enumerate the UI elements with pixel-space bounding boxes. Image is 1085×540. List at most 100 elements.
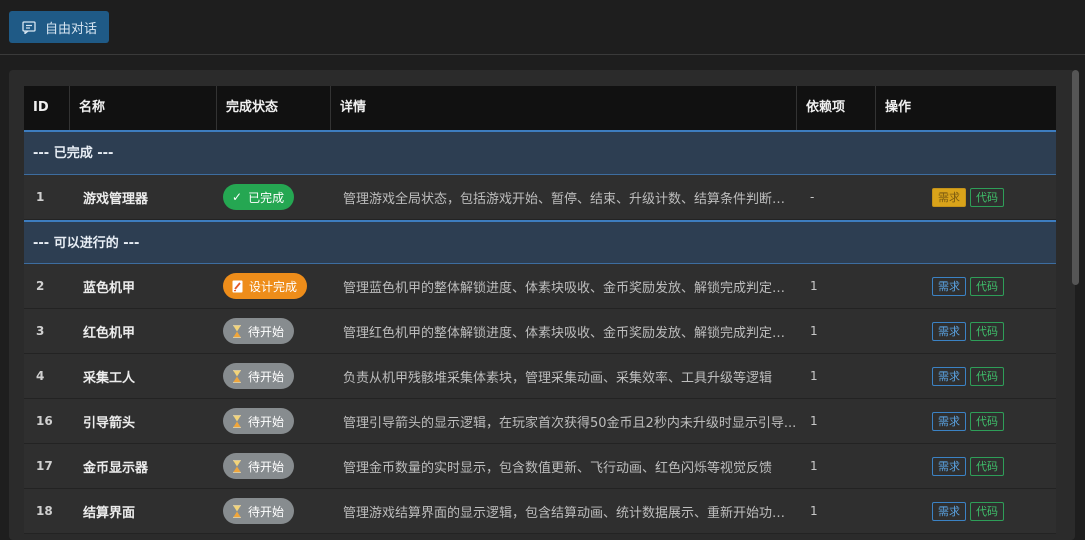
status-badge: 待开始 (223, 318, 295, 344)
cell-name: 红色机甲 (83, 325, 136, 341)
cell-status: 待开始 (217, 363, 331, 389)
status-badge: 待开始 (223, 363, 295, 389)
cell-name: 采集工人 (83, 370, 136, 386)
cell-actions: 需求 代码 (876, 456, 1056, 476)
cell-detail: 管理红色机甲的整体解锁进度、体素块吸收、金币奖励发放、解锁完成判定等... (343, 325, 797, 341)
cell-id: 1 (36, 190, 45, 204)
cell-dependency: 1 (810, 414, 818, 428)
cell-dependency: 1 (810, 504, 818, 518)
cell-name: 游戏管理器 (83, 191, 149, 207)
column-header-dependencies: 依赖项 (797, 86, 876, 130)
column-header-actions: 操作 (885, 100, 912, 115)
table-row[interactable]: 4 采集工人 待开始 负责从机甲残骸堆采集体素块，管理采集动画、采集效率、工具升级等逻… (24, 354, 1056, 399)
cell-actions: 需求 代码 (876, 321, 1056, 341)
cell-id: 17 (36, 459, 53, 473)
cell-id: 16 (36, 414, 53, 428)
status-label: 待开始 (248, 324, 285, 339)
cell-name: 蓝色机甲 (83, 280, 136, 296)
cell-id: 18 (36, 504, 53, 518)
check-icon: ✓ (232, 190, 243, 204)
cell-status: 待开始 (217, 318, 331, 344)
cell-actions: 需求 代码 (876, 411, 1056, 431)
cell-detail: 管理游戏全局状态，包括游戏开始、暂停、结束、升级计数、结算条件判断等... (343, 191, 797, 207)
cell-status: ✓ 已完成 (217, 184, 331, 210)
status-badge: 待开始 (223, 408, 295, 434)
status-label: 设计完成 (249, 279, 298, 294)
table-row[interactable]: 2 蓝色机甲 设计完成 管理蓝色机甲的整体解锁进度、体素块吸收、金币奖励发放、解锁完成… (24, 264, 1056, 309)
code-button[interactable]: 代码 (970, 456, 1004, 476)
requirement-button[interactable]: 需求 (932, 366, 966, 386)
cell-actions: 需求 代码 (876, 366, 1056, 386)
hourglass-icon (233, 369, 241, 383)
hourglass-icon (233, 324, 241, 338)
status-label: 已完成 (248, 190, 285, 205)
requirement-button[interactable]: 需求 (932, 456, 966, 476)
cell-name: 引导箭头 (83, 415, 136, 431)
cell-name: 结算界面 (83, 505, 136, 521)
document-icon (232, 280, 243, 292)
cell-dependency: - (810, 190, 815, 204)
table-row[interactable]: 18 结算界面 待开始 管理游戏结算界面的显示逻辑，包含结算动画、统计数据展示、重新开… (24, 489, 1056, 534)
status-label: 待开始 (248, 459, 285, 474)
hourglass-icon (233, 504, 241, 518)
cell-status: 待开始 (217, 498, 331, 524)
module-table: ID 名称 完成状态 详情 依赖项 操作 --- 已完成 --- 1 游戏管理器 ✓ 已… (24, 86, 1056, 534)
cell-status: 待开始 (217, 408, 331, 434)
cell-detail: 负责从机甲残骸堆采集体素块，管理采集动画、采集效率、工具升级等逻辑 (343, 370, 773, 386)
cell-detail: 管理引导箭头的显示逻辑，在玩家首次获得50金币且2秒内未升级时显示引导... (343, 415, 797, 431)
top-bar: 自由对话 (0, 0, 1085, 55)
table-header: ID 名称 完成状态 详情 依赖项 操作 (24, 86, 1056, 132)
table-row[interactable]: 3 红色机甲 待开始 管理红色机甲的整体解锁进度、体素块吸收、金币奖励发放、解锁完成判… (24, 309, 1056, 354)
cell-actions: 需求 代码 (876, 501, 1056, 521)
hourglass-icon (233, 414, 241, 428)
table-row[interactable]: 1 游戏管理器 ✓ 已完成 管理游戏全局状态，包括游戏开始、暂停、结束、升级计数、结算条… (24, 175, 1056, 220)
status-label: 待开始 (248, 369, 285, 384)
cell-dependency: 1 (810, 459, 818, 473)
code-button[interactable]: 代码 (970, 411, 1004, 431)
requirement-button[interactable]: 需求 (932, 321, 966, 341)
code-button[interactable]: 代码 (970, 276, 1004, 296)
cell-name: 金币显示器 (83, 460, 149, 476)
cell-dependency: 1 (810, 279, 818, 293)
cell-detail: 管理游戏结算界面的显示逻辑，包含结算动画、统计数据展示、重新开始功能... (343, 505, 797, 521)
code-button[interactable]: 代码 (970, 501, 1004, 521)
code-button[interactable]: 代码 (970, 321, 1004, 341)
requirement-button[interactable]: 需求 (932, 187, 966, 207)
column-header-name: 名称 (70, 86, 217, 130)
vertical-scrollbar[interactable] (1072, 70, 1079, 285)
status-badge: 待开始 (223, 498, 295, 524)
cell-detail: 管理蓝色机甲的整体解锁进度、体素块吸收、金币奖励发放、解锁完成判定等... (343, 280, 797, 296)
status-badge: ✓ 已完成 (223, 184, 295, 210)
chat-icon (22, 20, 36, 34)
status-badge: 待开始 (223, 453, 295, 479)
cell-dependency: 1 (810, 324, 818, 338)
hourglass-icon (233, 459, 241, 473)
table-row[interactable]: 17 金币显示器 待开始 管理金币数量的实时显示，包含数值更新、飞行动画、红色闪烁等视… (24, 444, 1056, 489)
status-badge: 设计完成 (223, 273, 308, 299)
cell-id: 4 (36, 369, 45, 383)
table-row[interactable]: 16 引导箭头 待开始 管理引导箭头的显示逻辑，在玩家首次获得50金币且2秒内未升级时… (24, 399, 1056, 444)
cell-id: 2 (36, 279, 45, 293)
code-button[interactable]: 代码 (970, 366, 1004, 386)
cell-id: 3 (36, 324, 45, 338)
cell-status: 待开始 (217, 453, 331, 479)
free-chat-label: 自由对话 (45, 21, 98, 37)
group-header: --- 已完成 --- (24, 132, 1056, 175)
cell-detail: 管理金币数量的实时显示，包含数值更新、飞行动画、红色闪烁等视觉反馈 (343, 460, 773, 476)
status-label: 待开始 (248, 414, 285, 429)
free-chat-button[interactable]: 自由对话 (9, 11, 109, 43)
cell-status: 设计完成 (217, 273, 331, 299)
cell-actions: 需求 代码 (876, 187, 1056, 207)
cell-actions: 需求 代码 (876, 276, 1056, 296)
column-header-id: ID (24, 86, 70, 130)
column-header-detail: 详情 (331, 86, 797, 130)
requirement-button[interactable]: 需求 (932, 411, 966, 431)
requirement-button[interactable]: 需求 (932, 276, 966, 296)
table-body: --- 已完成 --- 1 游戏管理器 ✓ 已完成 管理游戏全局状态，包括游戏开始、暂停、… (24, 132, 1056, 534)
status-label: 待开始 (248, 504, 285, 519)
code-button[interactable]: 代码 (970, 187, 1004, 207)
requirement-button[interactable]: 需求 (932, 501, 966, 521)
group-header: --- 可以进行的 --- (24, 220, 1056, 264)
column-header-status: 完成状态 (217, 86, 331, 130)
cell-dependency: 1 (810, 369, 818, 383)
